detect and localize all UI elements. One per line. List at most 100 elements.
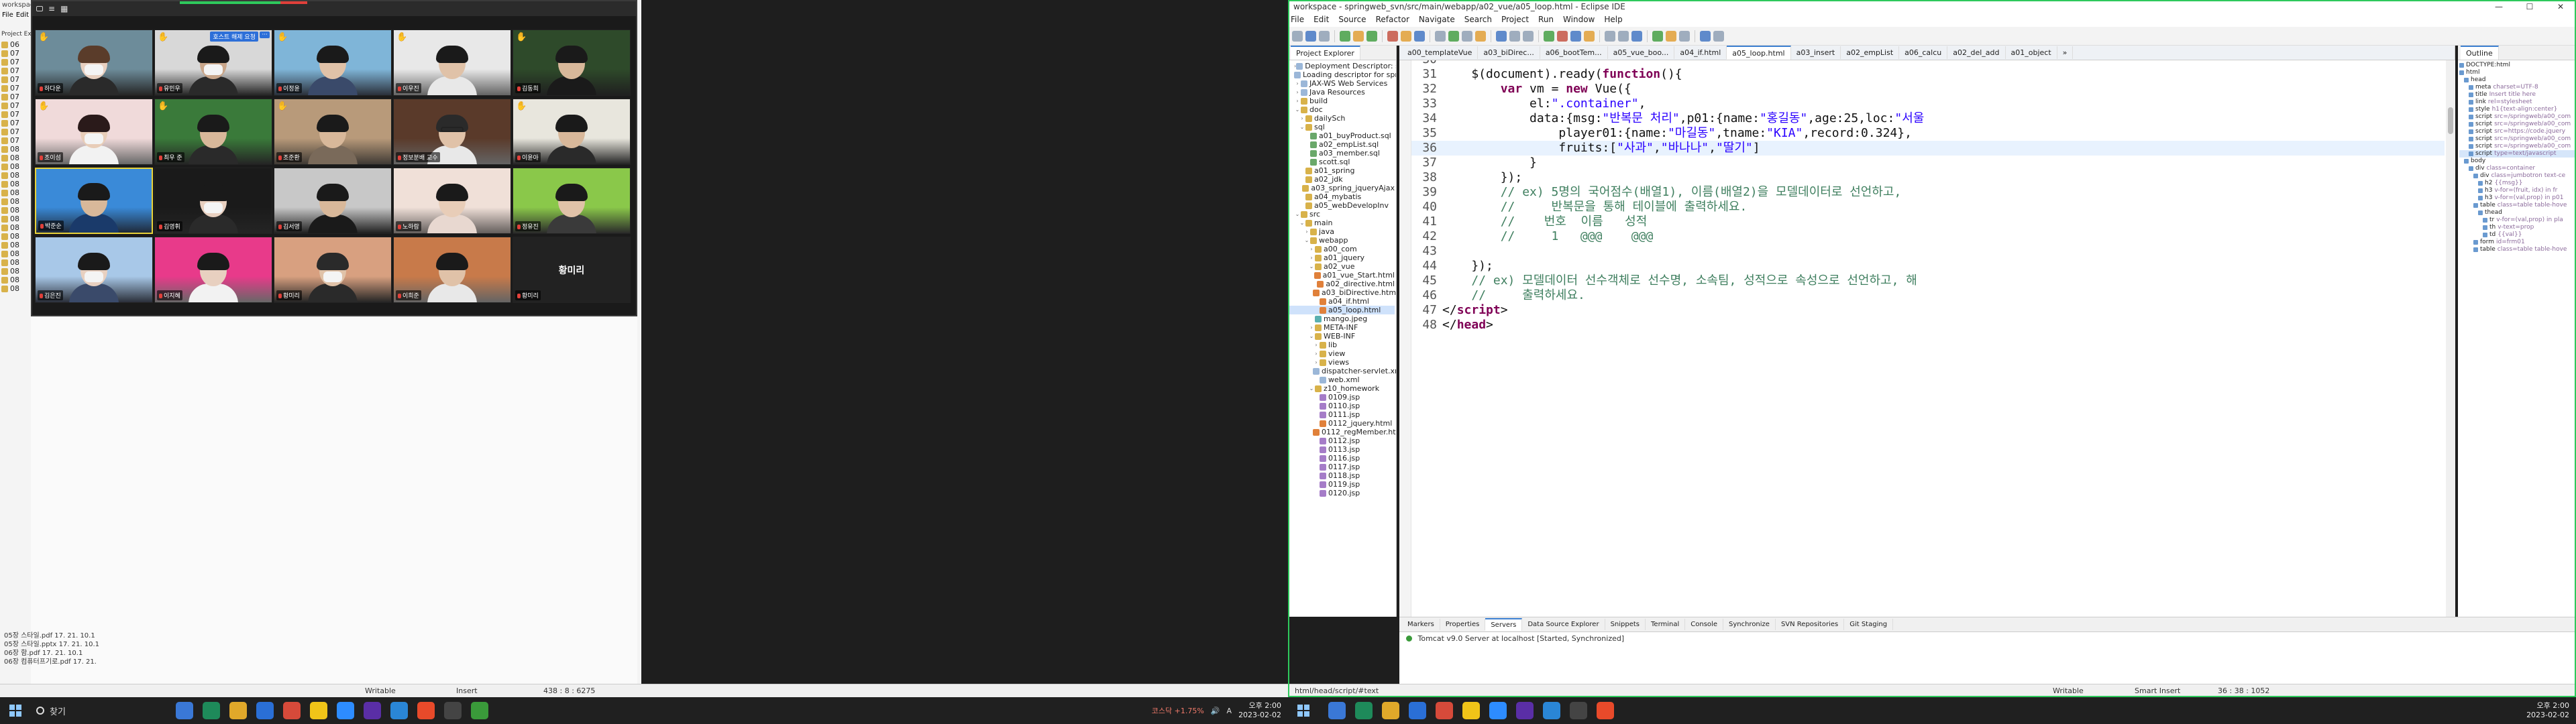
eclipse-icon[interactable]: [364, 702, 381, 719]
outline-node[interactable]: head: [2459, 76, 2575, 84]
menu-item[interactable]: Source: [1338, 15, 1366, 25]
chrome-icon[interactable]: [417, 702, 435, 719]
doc-file-item[interactable]: 06장 함.pdf 17. 21. 10.1: [4, 649, 99, 658]
tree-row[interactable]: 08: [1, 284, 30, 293]
outline-node[interactable]: h3 v-for=(fruit, idx) in fr: [2459, 187, 2575, 194]
toolbar-button-icon[interactable]: [1462, 30, 1472, 42]
tree-row[interactable]: 07: [1, 93, 30, 101]
toolbar-button-icon[interactable]: [1544, 30, 1554, 42]
editor-tab[interactable]: a00_templateVue: [1402, 46, 1479, 59]
toolbar-button-icon[interactable]: [1353, 30, 1364, 42]
editor-scrollbar[interactable]: [2446, 60, 2455, 617]
toolbar-button-icon[interactable]: [1448, 30, 1459, 42]
tree-item[interactable]: mango.jpeg: [1289, 314, 1395, 323]
stock-ticker[interactable]: 코스닥 +1.75%: [1152, 705, 1204, 716]
tree-row[interactable]: 07: [1, 119, 30, 127]
code-line[interactable]: 44 });: [1411, 259, 2445, 274]
participant-tile[interactable]: ✋ 이우진: [393, 29, 511, 96]
tree-row[interactable]: 07: [1, 75, 30, 84]
outline-node[interactable]: style h1{text-align:center}: [2459, 106, 2575, 113]
edge-icon[interactable]: [203, 702, 220, 719]
task-view-icon[interactable]: [1328, 702, 1346, 719]
terminal-icon[interactable]: [444, 702, 462, 719]
code-line[interactable]: 41 // 번호 이름 성적: [1411, 215, 2445, 229]
vscode-icon[interactable]: [1543, 702, 1560, 719]
expand-toggle-icon[interactable]: ›: [1313, 358, 1320, 367]
editor-tab[interactable]: a03_biDirec...: [1478, 46, 1540, 59]
chrome-icon[interactable]: [1597, 702, 1614, 719]
tree-item[interactable]: scott.sql: [1289, 158, 1395, 166]
outline-node[interactable]: body: [2459, 158, 2575, 165]
participant-tile[interactable]: 노하람: [393, 168, 511, 234]
doc-file-item[interactable]: 05장 스타일.pptx 17. 21. 10.1: [4, 640, 99, 649]
expand-toggle-icon[interactable]: ⌄: [1299, 123, 1305, 131]
toolbar-button-icon[interactable]: [1319, 30, 1330, 42]
outline-node[interactable]: table class=table table-hove: [2459, 246, 2575, 253]
console-tab[interactable]: Console: [1685, 619, 1723, 630]
outline-node[interactable]: html: [2459, 69, 2575, 76]
tree-item[interactable]: a03_spring_jqueryAjax: [1289, 184, 1395, 192]
code-line[interactable]: 47 </script>: [1411, 303, 2445, 318]
outline-node[interactable]: tr v-for=(val,prop) in pla: [2459, 217, 2575, 224]
participant-tile[interactable]: 황미리: [274, 237, 392, 303]
tree-row[interactable]: 08: [1, 162, 30, 171]
tree-item[interactable]: dispatcher-servlet.xml: [1289, 367, 1396, 375]
toolbar-button-icon[interactable]: [1509, 30, 1520, 42]
doc-file-item[interactable]: 05장 스타일.pdf 17. 21. 10.1: [4, 631, 99, 640]
tree-item[interactable]: a02_directive.html: [1289, 280, 1395, 288]
tree-item[interactable]: a02_jdk: [1289, 175, 1395, 184]
tree-item[interactable]: a04_if.html: [1289, 297, 1395, 306]
participant-tile[interactable]: 이희준: [393, 237, 511, 303]
tree-row[interactable]: 07: [1, 127, 30, 136]
tree-row[interactable]: 08: [1, 188, 30, 197]
tree-row[interactable]: 08: [1, 258, 30, 267]
console-tab[interactable]: Synchronize: [1723, 619, 1776, 630]
code-line[interactable]: 33 el:".container",: [1411, 97, 2445, 111]
tree-item[interactable]: ⌄ z10_homework: [1289, 384, 1395, 393]
expand-toggle-icon[interactable]: ⌄: [1303, 236, 1310, 245]
tree-item[interactable]: a01_vue_Start.html: [1289, 271, 1395, 280]
tree-item[interactable]: ⌄ WEB-INF: [1289, 332, 1395, 341]
tree-item[interactable]: 0112_regMember.html: [1289, 428, 1396, 436]
tree-item[interactable]: › a00_com: [1289, 245, 1395, 253]
minimize-icon[interactable]: —: [2483, 0, 2514, 13]
tree-row[interactable]: 08: [1, 171, 30, 180]
ime-indicator[interactable]: A: [1227, 707, 1232, 715]
code-line[interactable]: 35 player01:{name:"마길동",tname:"KIA",reco…: [1411, 126, 2445, 141]
code-line[interactable]: 31 $(document).ready(function(){: [1411, 67, 2445, 82]
doc-file-item[interactable]: 06장 컴퓨터프기로.pdf 17. 21.: [4, 658, 99, 666]
console-tab[interactable]: Markers: [1402, 619, 1440, 630]
outline-node[interactable]: thead: [2459, 209, 2575, 217]
participant-tile[interactable]: 김영휘: [154, 168, 272, 234]
file-explorer-icon[interactable]: [1382, 702, 1399, 719]
expand-toggle-icon[interactable]: ›: [1294, 88, 1301, 97]
tree-item[interactable]: ⌄ doc: [1289, 105, 1395, 114]
code-line[interactable]: 39 // ex) 5명의 국어점수(배열1), 이름(배열2)을 모델데이터로…: [1411, 185, 2445, 200]
toolbar-button-icon[interactable]: [1435, 30, 1446, 42]
tree-item[interactable]: 0112_jquery.html: [1289, 419, 1395, 428]
code-line[interactable]: 43: [1411, 244, 2445, 259]
outline-node[interactable]: script src=/springweb/a00_com: [2459, 143, 2575, 150]
tree-row[interactable]: 06: [1, 40, 30, 49]
task-view-icon[interactable]: [176, 702, 193, 719]
participant-tile[interactable]: ✋ 김동희: [513, 29, 631, 96]
tree-item[interactable]: › lib: [1289, 341, 1395, 349]
kakaotalk-icon[interactable]: [310, 702, 327, 719]
toolbar-button-icon[interactable]: [1631, 30, 1642, 42]
participant-tile[interactable]: 정보분배 교수: [393, 99, 511, 165]
editor-tab[interactable]: a02_empList: [1841, 46, 1900, 59]
outline-node[interactable]: th v-text=prop: [2459, 224, 2575, 231]
tree-item[interactable]: 0113.jsp: [1289, 445, 1395, 454]
tree-item[interactable]: a01_buyProduct.sql: [1289, 131, 1395, 140]
tree-item[interactable]: 0110.jsp: [1289, 402, 1395, 410]
tree-item[interactable]: a03_biDirective.html: [1289, 288, 1396, 297]
participant-tile[interactable]: ✋ 최우 준: [154, 99, 272, 165]
expand-toggle-icon[interactable]: ›: [1308, 245, 1315, 253]
project-explorer-label[interactable]: Project Explorer: [0, 20, 31, 39]
participant-tile[interactable]: ✋ 호스트 해제 요청 ··· 유민우: [154, 29, 272, 96]
expand-toggle-icon[interactable]: ›: [1294, 97, 1301, 105]
tree-item[interactable]: ⌄ src: [1289, 210, 1395, 219]
tree-row[interactable]: 07: [1, 58, 30, 66]
tree-item[interactable]: 0120.jsp: [1289, 489, 1395, 497]
close-icon[interactable]: ✕: [2545, 0, 2576, 13]
